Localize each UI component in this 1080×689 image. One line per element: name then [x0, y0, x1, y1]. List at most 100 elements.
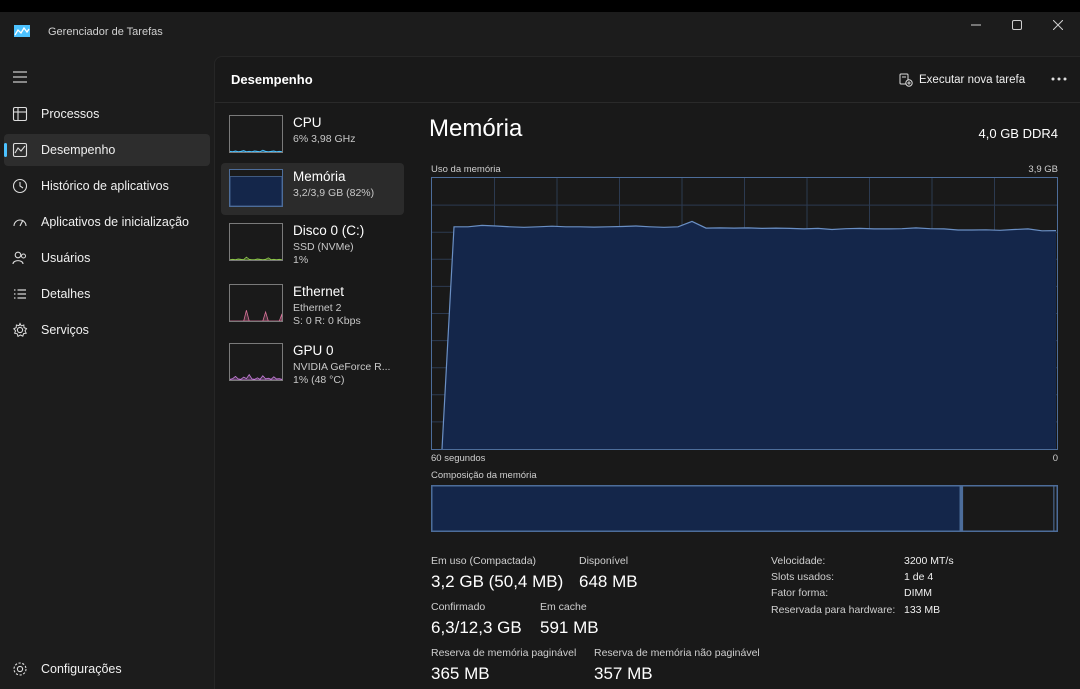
nav-item-label: Desempenho [41, 143, 116, 157]
device-sub1: Ethernet 2 [293, 302, 342, 314]
stat-committed-value: 6,3/12,3 GB [431, 618, 522, 637]
device-thumbnail [229, 115, 283, 153]
memory-spec: 4,0 GB DDR4 [978, 126, 1058, 141]
device-name: CPU [293, 115, 322, 130]
device-name: Memória [293, 169, 346, 184]
device-thumbnail [229, 284, 283, 322]
run-new-task-button[interactable]: Executar nova tarefa [899, 69, 1025, 91]
spec-form-factor-key: Fator forma: [771, 587, 829, 599]
close-icon [1053, 20, 1063, 30]
spec-slots-key: Slots usados: [771, 571, 835, 583]
nav-item-label: Serviços [41, 323, 89, 337]
main-panel: Desempenho Executar nova tarefa CPU 6% 3,… [214, 56, 1080, 689]
device-sparkline [230, 373, 282, 380]
maximize-button[interactable] [997, 14, 1037, 36]
device-sub1: 3,2/3,9 GB (82%) [293, 187, 375, 199]
device-item-mem-ria[interactable]: Memória 3,2/3,9 GB (82%) [221, 163, 404, 215]
spec-hw-reserved-value: 133 MB [904, 604, 941, 616]
nav-item-servicos[interactable]: Serviços [4, 314, 210, 346]
nav-item-label: Aplicativos de inicialização [41, 215, 189, 229]
spec-speed-key: Velocidade: [771, 555, 826, 567]
stat-cached-label: Em cache [540, 601, 587, 613]
task-manager-window: Gerenciador de Tarefas Processos Desempe… [0, 12, 1080, 689]
nav-item-processos[interactable]: Processos [4, 98, 210, 130]
title-bar: Gerenciador de Tarefas [0, 12, 1080, 56]
device-item-cpu[interactable]: CPU 6% 3,98 GHz [221, 109, 404, 161]
spec-hw-reserved-key: Reservada para hardware: [771, 604, 896, 616]
window-title: Gerenciador de Tarefas [48, 26, 163, 38]
usage-label: Uso da memória [431, 164, 501, 175]
device-sub2: 1% [293, 254, 309, 266]
device-sparkline [230, 149, 282, 152]
nav-item-label: Detalhes [41, 287, 91, 301]
run-task-icon [899, 73, 913, 87]
hamburger-menu-icon[interactable] [12, 70, 28, 84]
stat-available-value: 648 MB [579, 572, 638, 591]
spec-form-factor-value: DIMM [904, 587, 932, 599]
history-icon [12, 178, 28, 194]
device-thumbnail [229, 169, 283, 207]
stat-in-use-label: Em uso (Compactada) [431, 555, 537, 567]
stat-in-use-value: 3,2 GB (50,4 MB) [431, 572, 564, 591]
close-button[interactable] [1038, 14, 1078, 36]
users-icon [12, 251, 26, 265]
device-sub1: 6% 3,98 GHz [293, 133, 356, 145]
minimize-icon [971, 24, 981, 26]
nav-item-detalhes[interactable]: Detalhes [4, 278, 210, 310]
stat-nonpaged-pool-value: 357 MB [594, 664, 653, 683]
navigation-pane: Processos Desempenho Histórico de aplica… [0, 56, 214, 689]
nav-item-label: Histórico de aplicativos [41, 179, 169, 193]
nav-item-label: Configurações [41, 662, 122, 676]
device-name: Disco 0 (C:) [293, 223, 365, 238]
composition-segment-standby[interactable] [962, 485, 1055, 532]
usage-area [442, 221, 1056, 449]
performance-icon [12, 142, 28, 158]
device-thumbnail [229, 343, 283, 381]
device-item-disco-0-c[interactable]: Disco 0 (C:) SSD (NVMe) 1% [221, 217, 404, 269]
device-sub1: SSD (NVMe) [293, 241, 354, 253]
stat-paged-pool-label: Reserva de memória paginável [431, 647, 577, 659]
stat-paged-pool-value: 365 MB [431, 664, 490, 683]
selection-indicator [4, 143, 7, 157]
composition-segment-free[interactable] [1053, 485, 1058, 532]
more-options-icon[interactable] [1047, 67, 1071, 91]
main-header: Desempenho Executar nova tarefa [215, 57, 1080, 103]
startup-icon [13, 219, 27, 227]
nav-item-inicializacao[interactable]: Aplicativos de inicialização [4, 206, 210, 238]
maximize-icon [1012, 20, 1022, 30]
stat-cached-value: 591 MB [540, 618, 599, 637]
memory-usage-chart [432, 178, 1057, 450]
minimize-button[interactable] [956, 14, 996, 36]
stat-available-label: Disponível [579, 555, 629, 567]
header-divider [215, 102, 1080, 103]
stat-committed-label: Confirmado [431, 601, 486, 613]
nav-item-historico[interactable]: Histórico de aplicativos [4, 170, 210, 202]
composition-segment-in-use[interactable] [431, 485, 961, 532]
device-item-gpu-0[interactable]: GPU 0 NVIDIA GeForce R... 1% (48 °C) [221, 337, 404, 389]
composition-label: Composição da memória [431, 470, 537, 481]
device-sparkline [230, 310, 282, 321]
nav-item-label: Processos [41, 107, 100, 121]
memory-composition-chart [431, 485, 1058, 532]
device-sub2: 1% (48 °C) [293, 374, 345, 386]
device-name: GPU 0 [293, 343, 334, 358]
run-task-label: Executar nova tarefa [919, 74, 1026, 86]
detail-title: Memória [429, 115, 523, 142]
nav-item-configuracoes[interactable]: Configurações [4, 653, 210, 685]
device-sub2: S: 0 R: 0 Kbps [293, 315, 361, 327]
task-manager-app-icon [14, 25, 30, 37]
processes-icon [12, 106, 28, 122]
time-axis-start: 60 segundos [431, 453, 486, 464]
nav-item-label: Usuários [41, 251, 91, 265]
stat-nonpaged-pool-label: Reserva de memória não paginável [594, 647, 760, 659]
device-item-ethernet[interactable]: Ethernet Ethernet 2 S: 0 R: 0 Kbps [221, 278, 404, 330]
page-title: Desempenho [231, 72, 313, 87]
time-axis-end: 0 [1052, 453, 1058, 464]
nav-item-usuarios[interactable]: Usuários [4, 242, 210, 274]
nav-item-desempenho[interactable]: Desempenho [4, 134, 210, 166]
device-sub1: NVIDIA GeForce R... [293, 361, 391, 373]
usage-max-label: 3,9 GB [1028, 164, 1058, 175]
memory-usage-graph [431, 177, 1058, 450]
services-icon [12, 322, 28, 338]
spec-slots-value: 1 de 4 [904, 571, 934, 583]
